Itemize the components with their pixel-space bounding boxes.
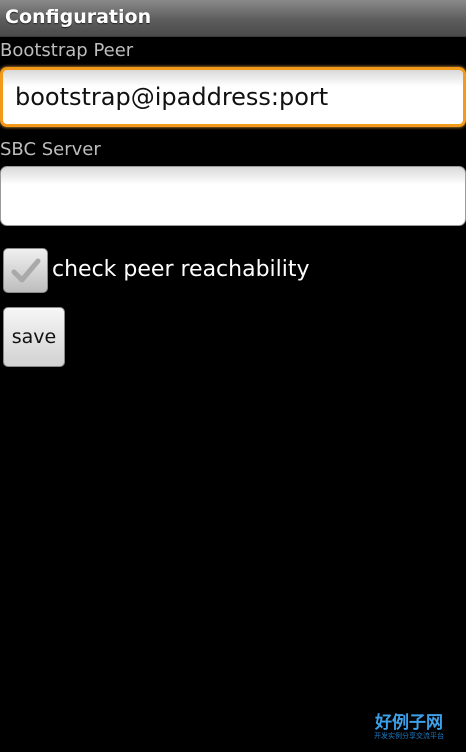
sbc-server-label: SBC Server (0, 139, 101, 160)
watermark-main: 好例子网 (375, 713, 443, 733)
bootstrap-peer-label: Bootstrap Peer (0, 40, 134, 61)
check-peer-checkbox[interactable] (3, 248, 48, 293)
bootstrap-peer-input[interactable] (0, 67, 466, 127)
save-button[interactable]: save (3, 307, 65, 367)
checkmark-icon (11, 258, 41, 283)
title-bar: Configuration (0, 0, 466, 37)
sbc-server-input[interactable] (0, 166, 466, 226)
watermark-logo: 好例子网 开发实例分享交流平台 (374, 714, 444, 740)
check-peer-label: check peer reachability (52, 257, 310, 282)
watermark-sub: 开发实例分享交流平台 (374, 732, 444, 740)
window-title: Configuration (5, 6, 152, 28)
